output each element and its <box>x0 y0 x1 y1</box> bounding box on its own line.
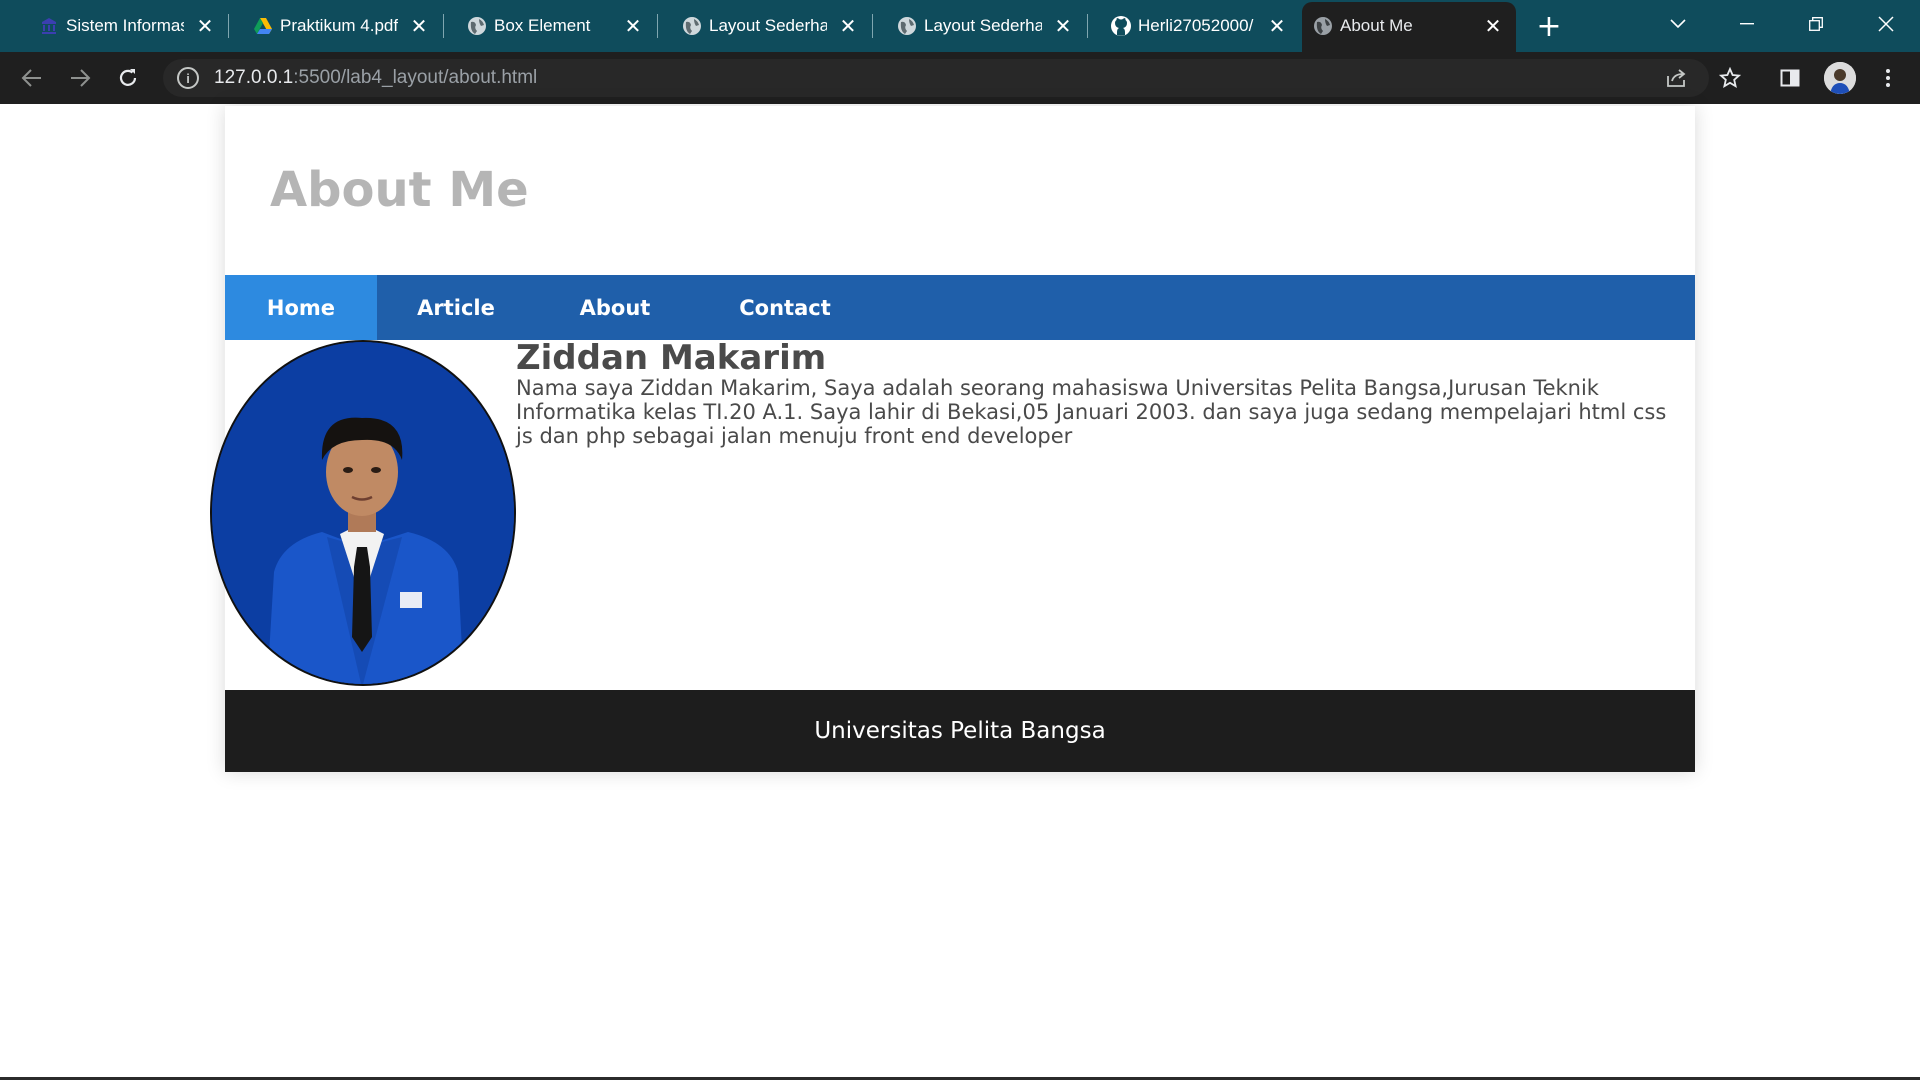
tab-divider <box>443 14 444 38</box>
tab-title: Layout Sederhana <box>924 16 1042 35</box>
tab-title: About Me <box>1340 16 1413 35</box>
browser-toolbar: i 127.0.0.1:5500/lab4_layout/about.html <box>0 52 1920 104</box>
page-container: About Me Home Article About Contact Zidd… <box>210 106 1695 772</box>
page-title: About Me <box>270 162 529 218</box>
globe-icon <box>1312 15 1334 37</box>
globe-icon <box>896 15 918 37</box>
minimize-icon[interactable] <box>1717 6 1777 42</box>
close-tab-icon[interactable]: ✕ <box>1050 13 1076 39</box>
tab-title: Layout Sederhana <box>709 16 827 35</box>
nav-home[interactable]: Home <box>225 275 377 340</box>
main-nav: Home Article About Contact <box>225 275 1695 340</box>
profile-bio: Nama saya Ziddan Makarim, Saya adalah se… <box>516 376 1667 448</box>
forward-icon[interactable] <box>64 62 96 94</box>
close-tab-icon[interactable]: ✕ <box>1480 13 1506 39</box>
nav-article[interactable]: Article <box>377 275 535 340</box>
tab-divider <box>1087 14 1088 38</box>
site-header: About Me <box>225 106 1695 275</box>
url-path: :5500/lab4_layout/about.html <box>293 67 538 88</box>
tab-divider <box>228 14 229 38</box>
github-icon <box>1110 15 1132 37</box>
profile-section: Ziddan Makarim Nama saya Ziddan Makarim,… <box>210 338 1695 690</box>
reload-icon[interactable] <box>112 62 144 94</box>
site-info-icon[interactable]: i <box>177 67 199 89</box>
google-drive-icon <box>252 15 274 37</box>
tab-search-icon[interactable] <box>1648 6 1708 42</box>
nav-contact[interactable]: Contact <box>695 275 875 340</box>
address-bar[interactable]: i 127.0.0.1:5500/lab4_layout/about.html <box>163 59 1709 97</box>
side-panel-icon[interactable] <box>1776 64 1804 92</box>
tab-box-element[interactable]: Box Element ✕ <box>456 0 656 52</box>
profile-photo <box>210 340 516 686</box>
footer-text: Universitas Pelita Bangsa <box>814 718 1106 744</box>
tab-title: Sistem Informasi <box>66 16 184 35</box>
site-footer: Universitas Pelita Bangsa <box>225 690 1695 772</box>
tab-title: Box Element <box>494 16 591 35</box>
tab-github[interactable]: Herli27052000/ ✕ <box>1100 0 1300 52</box>
share-icon[interactable] <box>1663 64 1691 92</box>
browser-tab-strip: Sistem Informasi ✕ Praktikum 4.pdf ✕ Box… <box>0 0 1920 52</box>
close-tab-icon[interactable]: ✕ <box>406 13 432 39</box>
menu-icon[interactable] <box>1874 64 1902 92</box>
close-tab-icon[interactable]: ✕ <box>835 13 861 39</box>
close-tab-icon[interactable]: ✕ <box>192 13 218 39</box>
tab-sistem-informasi[interactable]: Sistem Informasi ✕ <box>28 0 228 52</box>
tab-layout-sederhana-1[interactable]: Layout Sederhana ✕ <box>671 0 871 52</box>
nav-about[interactable]: About <box>535 275 695 340</box>
tab-divider <box>657 14 658 38</box>
bookmark-star-icon[interactable] <box>1716 64 1744 92</box>
profile-avatar[interactable] <box>1824 62 1856 94</box>
close-window-icon[interactable] <box>1856 6 1916 42</box>
tab-divider <box>872 14 873 38</box>
close-tab-icon[interactable]: ✕ <box>1264 13 1290 39</box>
tab-title: Praktikum 4.pdf <box>280 16 398 35</box>
profile-name: Ziddan Makarim <box>516 338 827 378</box>
page-viewport: About Me Home Article About Contact Zidd… <box>0 104 1920 1080</box>
tab-praktikum[interactable]: Praktikum 4.pdf ✕ <box>242 0 442 52</box>
close-tab-icon[interactable]: ✕ <box>620 13 646 39</box>
globe-icon <box>466 15 488 37</box>
globe-icon <box>681 15 703 37</box>
url-text[interactable]: 127.0.0.1:5500/lab4_layout/about.html <box>214 67 537 89</box>
url-host: 127.0.0.1 <box>214 67 294 88</box>
tab-title: Herli27052000/ <box>1138 16 1254 35</box>
new-tab-button[interactable]: + <box>1533 9 1565 44</box>
university-icon <box>38 15 60 37</box>
restore-icon[interactable] <box>1786 6 1846 42</box>
tab-layout-sederhana-2[interactable]: Layout Sederhana ✕ <box>886 0 1086 52</box>
back-icon[interactable] <box>16 62 48 94</box>
tab-about-me[interactable]: About Me ✕ <box>1302 2 1516 52</box>
